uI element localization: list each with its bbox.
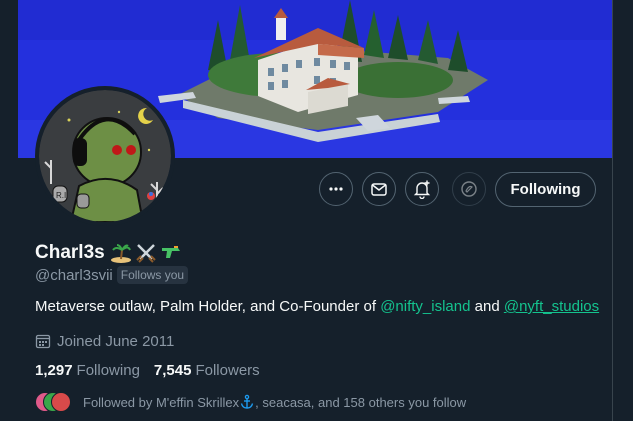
following-count-link[interactable]: 1,297 Following — [35, 362, 140, 379]
bio-text-middle: and — [470, 298, 504, 315]
display-name: Charl3s — [35, 242, 105, 263]
profile-page: R.I Following Charl3s @charl3svii Follow… — [0, 0, 633, 421]
joined-date-row: Joined June 2011 — [35, 331, 174, 351]
follow-stats: 1,297 Following 7,545 Followers — [35, 362, 260, 379]
island-emoji — [110, 244, 131, 263]
following-label: Following — [76, 362, 140, 379]
right-sidebar-edge — [612, 0, 633, 421]
following-count: 1,297 — [35, 362, 73, 379]
followers-label: Followers — [195, 362, 260, 379]
calendar-icon — [35, 334, 51, 349]
bell-plus-icon — [413, 180, 431, 199]
bio-text-start: Metaverse outlaw, Palm Holder, and Co-Fo… — [35, 298, 381, 315]
profile-bio: Metaverse outlaw, Palm Holder, and Co-Fo… — [35, 298, 599, 315]
svg-text:R.I: R.I — [56, 191, 66, 200]
more-options-button[interactable] — [319, 172, 353, 206]
mutual-avatar — [51, 392, 71, 412]
mutual-follower-avatars — [35, 392, 71, 412]
followed-by-text-start: Followed by M'effin Skrillex — [83, 394, 240, 410]
crossed-swords-emoji — [135, 244, 156, 263]
followers-count-link[interactable]: 7,545 Followers — [154, 362, 260, 379]
anchor-icon — [240, 394, 254, 409]
following-button[interactable]: Following — [495, 172, 596, 207]
followers-you-know-link[interactable]: Followed by M'effin Skrillex , seacasa, … — [35, 391, 466, 413]
follows-you-badge: Follows you — [116, 266, 189, 284]
left-gutter — [0, 0, 18, 421]
followed-by-text-end: , seacasa, and 158 others you follow — [255, 394, 467, 410]
followers-count: 7,545 — [153, 362, 192, 379]
user-handle: @charl3svii — [35, 266, 113, 284]
more-icon — [329, 187, 343, 191]
joined-date: Joined June 2011 — [57, 332, 175, 350]
notify-button[interactable] — [405, 172, 439, 206]
tip-button[interactable] — [452, 172, 486, 206]
handle-row: @charl3svii Follows you — [35, 265, 189, 285]
profile-avatar[interactable]: R.I — [35, 86, 175, 226]
message-icon — [371, 183, 387, 196]
tip-icon — [461, 181, 477, 197]
mention-link-nifty-island[interactable]: @nifty_island — [380, 298, 470, 315]
message-button[interactable] — [362, 172, 396, 206]
water-pistol-emoji — [161, 246, 180, 258]
display-name-row: Charl3s — [35, 240, 182, 266]
mention-link-nyft-studios[interactable]: @nyft_studios — [504, 298, 599, 315]
